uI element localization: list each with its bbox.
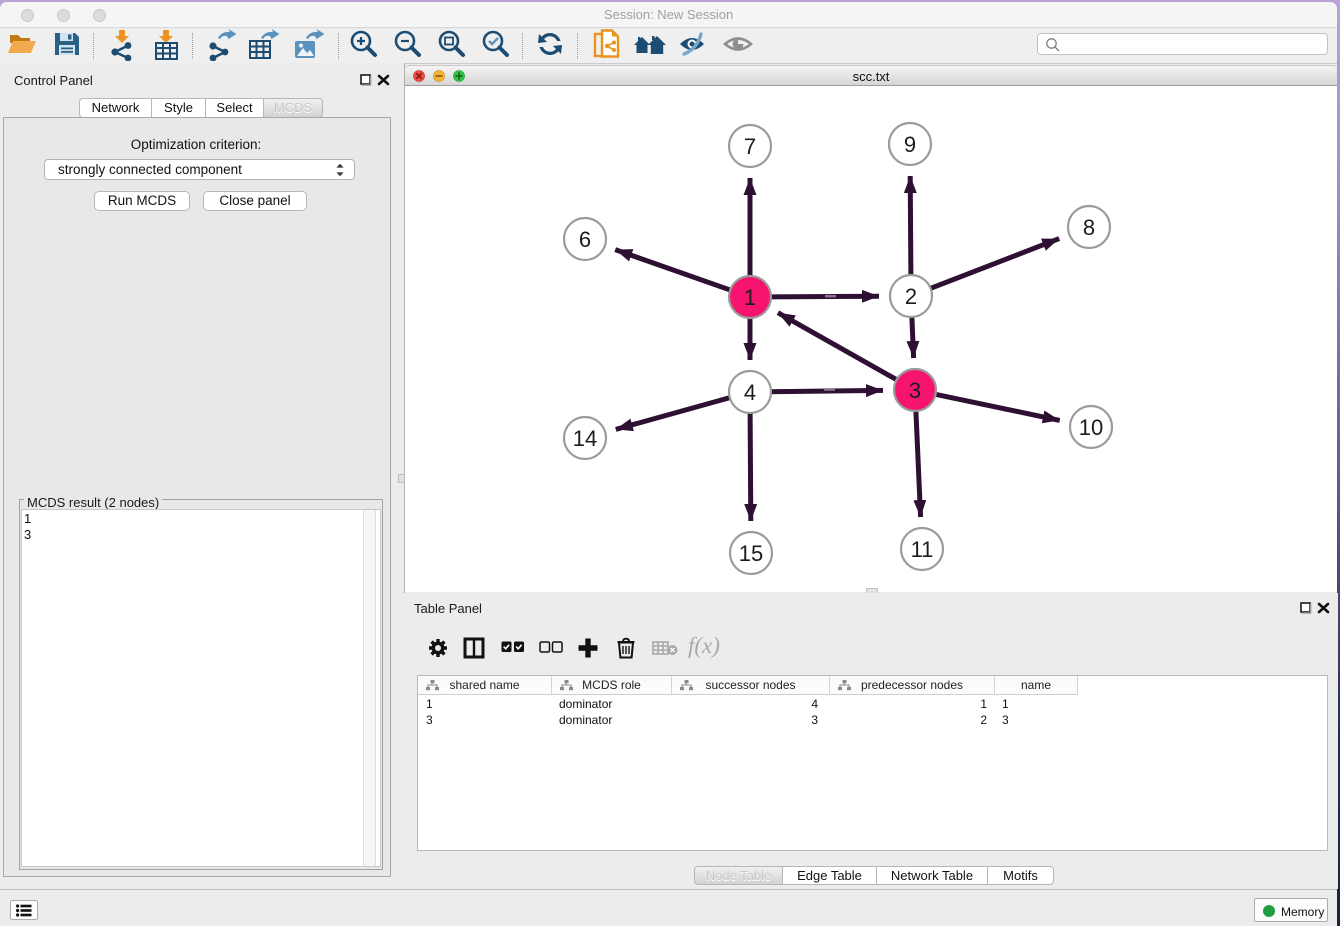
- svg-text:1: 1: [744, 285, 756, 310]
- svg-text:7: 7: [744, 134, 756, 159]
- svg-text:10: 10: [1079, 415, 1103, 440]
- svg-text:15: 15: [739, 541, 763, 566]
- svg-text:11: 11: [911, 537, 934, 562]
- svg-text:6: 6: [579, 227, 591, 252]
- svg-text:14: 14: [573, 426, 597, 451]
- svg-text:2: 2: [905, 284, 917, 309]
- svg-text:3: 3: [909, 378, 921, 403]
- svg-text:9: 9: [904, 132, 916, 157]
- svg-text:8: 8: [1083, 215, 1095, 240]
- svg-text:4: 4: [744, 380, 756, 405]
